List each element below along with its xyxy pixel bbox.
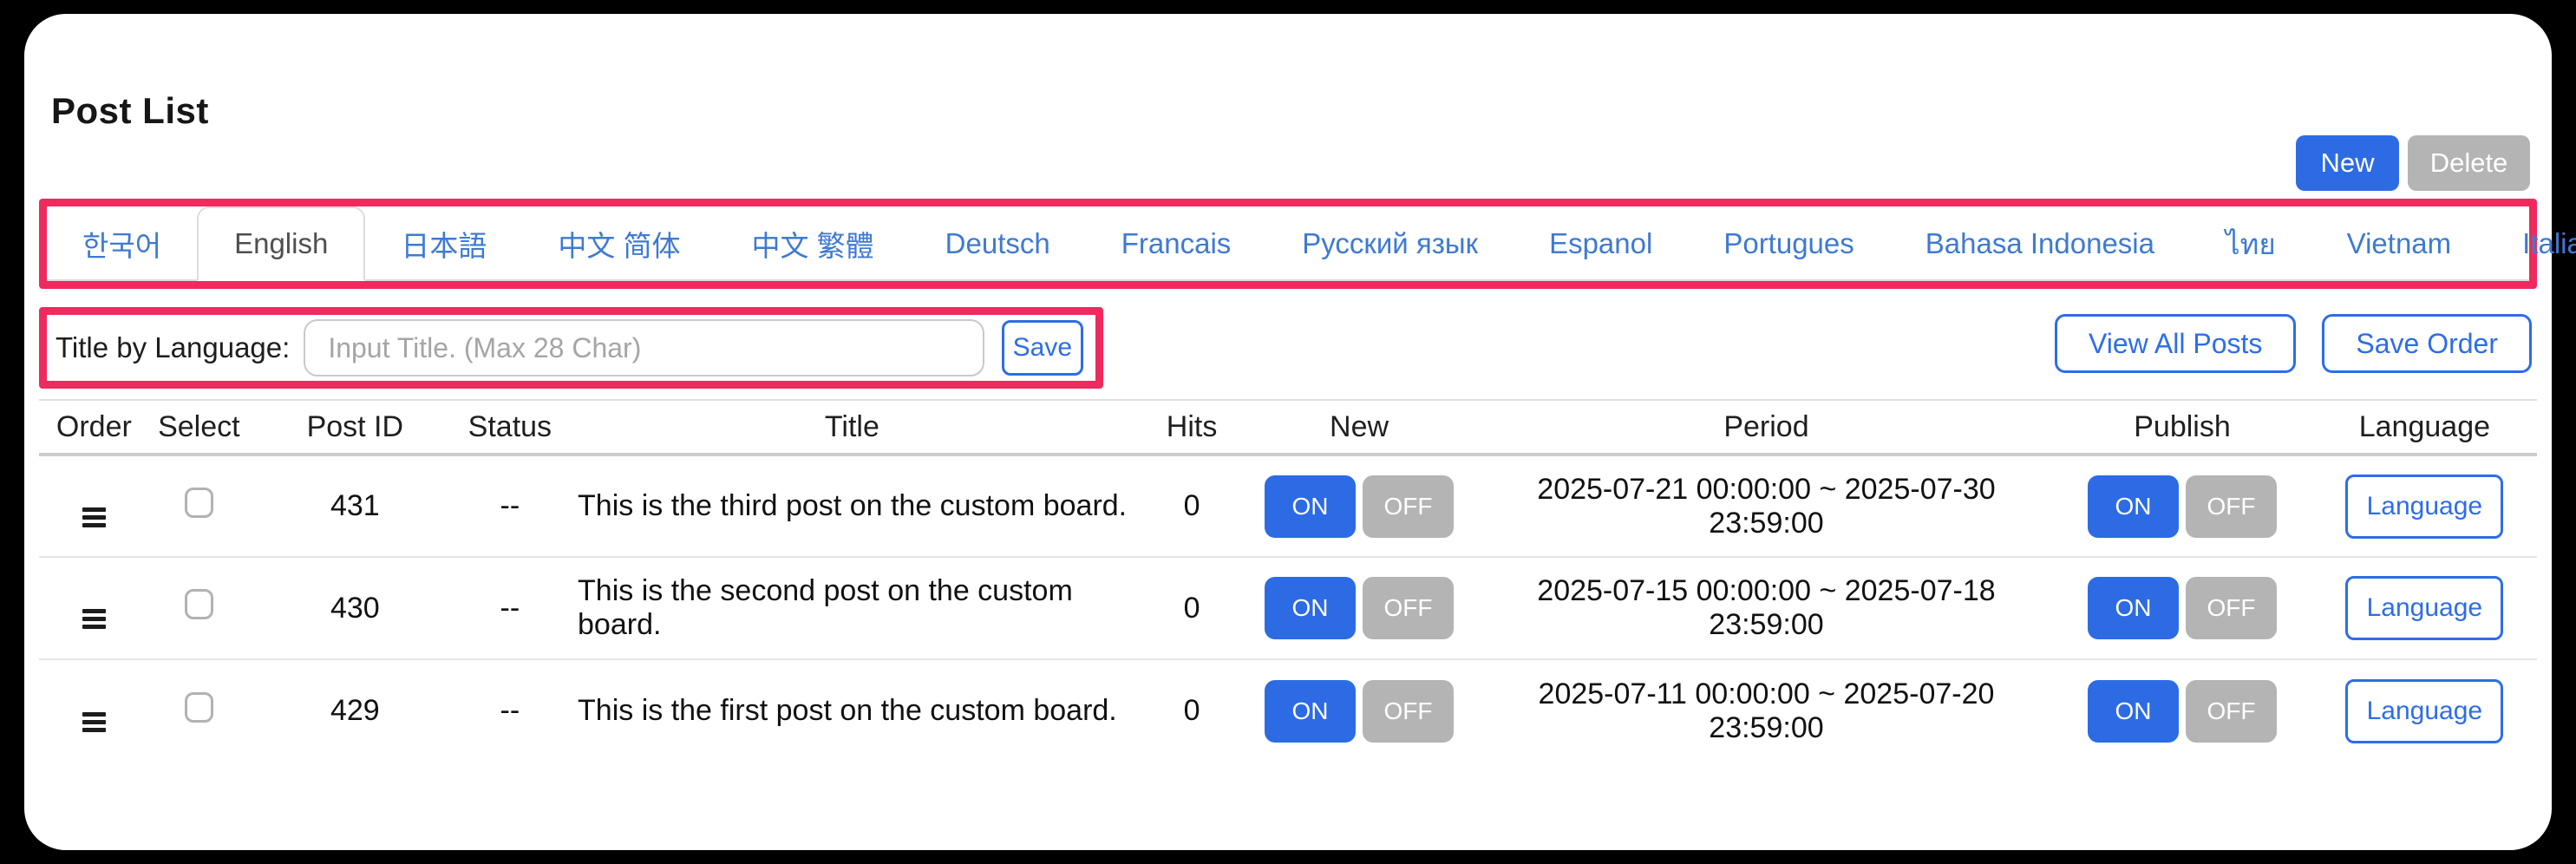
post-id: 430 bbox=[249, 557, 461, 659]
delete-button[interactable]: Delete bbox=[2408, 135, 2530, 191]
save-button[interactable]: Save bbox=[1002, 320, 1083, 376]
publish-on-button[interactable]: ON bbox=[2088, 475, 2179, 538]
tab-chinese-simplified[interactable]: 中文 简体 bbox=[522, 206, 716, 281]
title-by-language-highlight-box: Title by Language: Save bbox=[39, 307, 1103, 389]
hits: 0 bbox=[1146, 557, 1239, 659]
period: 2025-07-11 00:00:00 ~ 2025-07-20 23:59:0… bbox=[1481, 659, 2053, 762]
tab-vietnamese[interactable]: Vietnam bbox=[2311, 206, 2487, 281]
publish-toggle: ON OFF bbox=[2088, 577, 2277, 639]
table-row: 429 -- This is the first post on the cus… bbox=[39, 659, 2537, 762]
language-button[interactable]: Language bbox=[2345, 576, 2503, 640]
tab-russian[interactable]: Русский язык bbox=[1266, 206, 1514, 281]
header-period: Period bbox=[1481, 400, 2053, 455]
new-off-button[interactable]: OFF bbox=[1363, 577, 1454, 639]
tab-indonesian[interactable]: Bahasa Indonesia bbox=[1890, 206, 2190, 281]
new-off-button[interactable]: OFF bbox=[1363, 680, 1454, 743]
post-title: This is the first post on the custom boa… bbox=[559, 659, 1146, 762]
select-checkbox[interactable] bbox=[185, 692, 213, 723]
language-button[interactable]: Language bbox=[2345, 475, 2503, 539]
post-title: This is the third post on the custom boa… bbox=[559, 455, 1146, 557]
new-off-button[interactable]: OFF bbox=[1363, 475, 1454, 538]
publish-off-button[interactable]: OFF bbox=[2186, 680, 2277, 743]
status: -- bbox=[461, 557, 559, 659]
toolbar-actions: View All Posts Save Order bbox=[2055, 314, 2532, 373]
select-checkbox[interactable] bbox=[185, 589, 213, 619]
tab-korean[interactable]: 한국어 bbox=[47, 206, 197, 281]
post-table: Order Select Post ID Status Title Hits N… bbox=[39, 399, 2537, 762]
publish-on-button[interactable]: ON bbox=[2088, 577, 2179, 639]
header-title: Title bbox=[559, 400, 1146, 455]
screen: { "page": { "title": "Post List" }, "hea… bbox=[0, 0, 2576, 864]
period: 2025-07-15 00:00:00 ~ 2025-07-18 23:59:0… bbox=[1481, 557, 2053, 659]
header-post-id: Post ID bbox=[249, 400, 461, 455]
title-by-language-label: Title by Language: bbox=[56, 331, 290, 364]
header-language: Language bbox=[2312, 400, 2537, 455]
new-toggle: ON OFF bbox=[1265, 577, 1454, 639]
drag-handle-icon[interactable] bbox=[82, 712, 106, 732]
tab-chinese-traditional[interactable]: 中文 繁體 bbox=[716, 206, 910, 281]
table-row: 430 -- This is the second post on the cu… bbox=[39, 557, 2537, 659]
publish-toggle: ON OFF bbox=[2088, 680, 2277, 743]
header-select: Select bbox=[149, 400, 249, 455]
post-title: This is the second post on the custom bo… bbox=[559, 557, 1146, 659]
publish-off-button[interactable]: OFF bbox=[2186, 475, 2277, 538]
publish-toggle: ON OFF bbox=[2088, 475, 2277, 538]
tab-portuguese[interactable]: Portugues bbox=[1688, 206, 1889, 281]
drag-handle-icon[interactable] bbox=[82, 609, 106, 629]
language-tab-bar: 한국어 English 日本語 中文 简体 中文 繁體 Deutsch Fran… bbox=[47, 206, 2529, 281]
post-list-panel: Post List New Delete 한국어 English 日本語 中文 … bbox=[24, 14, 2552, 850]
tab-spanish[interactable]: Espanol bbox=[1514, 206, 1688, 281]
drag-handle-icon[interactable] bbox=[82, 507, 106, 527]
language-tabs-highlight-box: 한국어 English 日本語 中文 简体 中文 繁體 Deutsch Fran… bbox=[39, 199, 2537, 289]
new-on-button[interactable]: ON bbox=[1265, 680, 1356, 743]
page-title: Post List bbox=[51, 90, 209, 132]
tab-english[interactable]: English bbox=[197, 206, 365, 281]
header-actions: New Delete bbox=[2296, 135, 2530, 191]
publish-off-button[interactable]: OFF bbox=[2186, 577, 2277, 639]
header-status: Status bbox=[461, 400, 559, 455]
period: 2025-07-21 00:00:00 ~ 2025-07-30 23:59:0… bbox=[1481, 455, 2053, 557]
save-order-button[interactable]: Save Order bbox=[2322, 314, 2532, 373]
new-toggle: ON OFF bbox=[1265, 475, 1454, 538]
hits: 0 bbox=[1146, 455, 1239, 557]
tab-japanese[interactable]: 日本語 bbox=[365, 206, 522, 281]
status: -- bbox=[461, 455, 559, 557]
post-id: 429 bbox=[249, 659, 461, 762]
header-order: Order bbox=[39, 400, 149, 455]
header-hits: Hits bbox=[1146, 400, 1239, 455]
post-id: 431 bbox=[249, 455, 461, 557]
tab-italian[interactable]: Italiano bbox=[2487, 206, 2576, 281]
status: -- bbox=[461, 659, 559, 762]
tab-french[interactable]: Francais bbox=[1086, 206, 1267, 281]
header-publish: Publish bbox=[2052, 400, 2312, 455]
new-button[interactable]: New bbox=[2296, 135, 2399, 191]
language-button[interactable]: Language bbox=[2345, 679, 2503, 743]
publish-on-button[interactable]: ON bbox=[2088, 680, 2179, 743]
title-input[interactable] bbox=[304, 319, 984, 376]
new-on-button[interactable]: ON bbox=[1265, 577, 1356, 639]
view-all-posts-button[interactable]: View All Posts bbox=[2055, 314, 2296, 373]
new-toggle: ON OFF bbox=[1265, 680, 1454, 743]
hits: 0 bbox=[1146, 659, 1239, 762]
new-on-button[interactable]: ON bbox=[1265, 475, 1356, 538]
header-new: New bbox=[1238, 400, 1480, 455]
tab-thai[interactable]: ไทย bbox=[2190, 206, 2311, 281]
table-header-row: Order Select Post ID Status Title Hits N… bbox=[39, 400, 2537, 455]
tab-german[interactable]: Deutsch bbox=[910, 206, 1086, 281]
select-checkbox[interactable] bbox=[185, 488, 213, 518]
panel-header: Post List New Delete bbox=[39, 14, 2537, 199]
table-row: 431 -- This is the third post on the cus… bbox=[39, 455, 2537, 557]
toolbar-row: Title by Language: Save View All Posts S… bbox=[39, 307, 2537, 389]
